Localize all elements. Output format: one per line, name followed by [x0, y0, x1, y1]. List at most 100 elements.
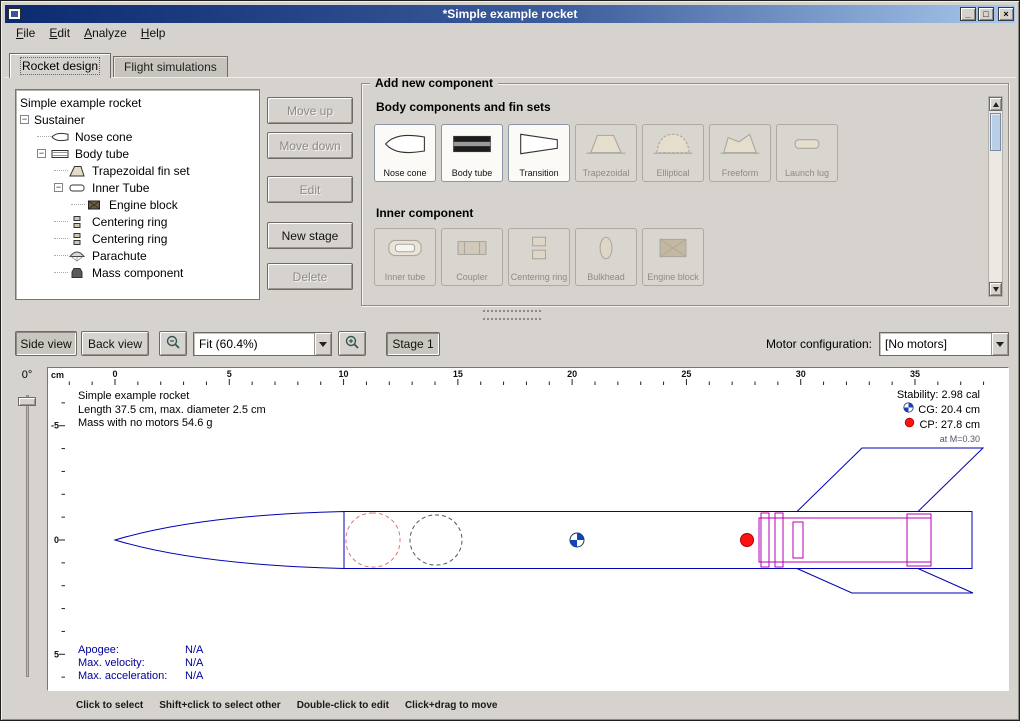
tree-connector	[54, 221, 68, 222]
rotation-slider-handle[interactable]	[18, 397, 36, 406]
tree-item-inner-tube[interactable]: −Inner Tube	[16, 179, 259, 196]
side-view-button[interactable]: Side view	[15, 331, 77, 356]
zoom-in-icon	[344, 334, 360, 353]
tree-item-centering-ring[interactable]: Centering ring	[16, 230, 259, 247]
tree-item-sustainer[interactable]: −Sustainer	[16, 111, 259, 128]
zoom-out-button[interactable]	[159, 331, 187, 356]
add-engine-block-button[interactable]: Engine block	[642, 228, 704, 286]
back-view-button[interactable]: Back view	[81, 331, 149, 356]
tree-item-engine-block[interactable]: Engine block	[16, 196, 259, 213]
zoom-in-button[interactable]	[338, 331, 366, 356]
stability-value: Stability: 2.98 cal	[897, 388, 980, 402]
motor-configuration-select[interactable]: [No motors]	[879, 332, 1009, 356]
add-coupler-button[interactable]: Coupler	[441, 228, 503, 286]
motor-configuration-label: Motor configuration:	[766, 337, 872, 351]
rotation-value: 0°	[9, 369, 45, 381]
cp-icon	[904, 417, 915, 432]
expand-toggle-icon[interactable]: −	[20, 115, 29, 124]
add-trapezoidal-button[interactable]: Trapezoidal	[575, 124, 637, 182]
svg-text:5: 5	[54, 649, 59, 659]
scroll-up-icon[interactable]	[989, 97, 1002, 111]
svg-text:20: 20	[567, 369, 577, 379]
tree-item-mass-component[interactable]: Mass component	[16, 264, 259, 281]
chevron-down-icon[interactable]	[314, 333, 331, 355]
add-transition-button[interactable]: Transition	[508, 124, 570, 182]
svg-text:cm: cm	[51, 370, 64, 380]
tree-connector	[37, 136, 51, 137]
add-body-tube-button[interactable]: Body tube	[441, 124, 503, 182]
rotation-slider-track[interactable]	[26, 395, 29, 677]
expand-toggle-icon[interactable]: −	[54, 183, 63, 192]
flight-stat-max-acceleration: Max. acceleration:N/A	[78, 670, 203, 683]
tab-rocket-design[interactable]: Rocket design	[9, 53, 111, 78]
window-title: *Simple example rocket	[5, 7, 1015, 21]
tree-item-simple-example-rocket[interactable]: Simple example rocket	[16, 94, 259, 111]
svg-text:-5: -5	[51, 421, 59, 431]
splitter-handle[interactable]	[483, 310, 541, 312]
rocket-outline	[115, 448, 983, 593]
scrollbar-thumb[interactable]	[990, 113, 1001, 151]
add-bulkhead-button[interactable]: Bulkhead	[575, 228, 637, 286]
body-tube-icon	[51, 147, 72, 160]
cg-icon	[903, 402, 914, 417]
tree-connector	[54, 238, 68, 239]
edit-button[interactable]: Edit	[267, 176, 353, 203]
component-scrollbar[interactable]	[988, 96, 1003, 297]
titlebar[interactable]: *Simple example rocket _ □ ×	[5, 5, 1015, 23]
move-down-button[interactable]: Move down	[267, 132, 353, 159]
menu-edit[interactable]: Edit	[42, 25, 77, 43]
app-icon[interactable]	[8, 8, 21, 20]
add-freeform-button[interactable]: Freeform	[709, 124, 771, 182]
parachute-outline	[346, 513, 400, 567]
splitter-handle-2[interactable]	[483, 318, 541, 320]
trapezoidal-fin-icon	[584, 130, 628, 163]
menu-help[interactable]: Help	[134, 25, 173, 43]
add-elliptical-button[interactable]: Elliptical	[642, 124, 704, 182]
svg-text:0: 0	[54, 535, 59, 545]
tree-connector	[54, 272, 68, 273]
svg-text:15: 15	[453, 369, 463, 379]
add-component-body: Body components and fin setsNose coneBod…	[362, 84, 1008, 305]
tree-actions: Move up Move down Edit New stage Delete	[267, 97, 353, 297]
add-centering-ring-button[interactable]: Centering ring	[508, 228, 570, 286]
flight-stat-max-velocity: Max. velocity:N/A	[78, 657, 203, 670]
expand-toggle-icon[interactable]: −	[37, 149, 46, 158]
tree-item-nose-cone[interactable]: Nose cone	[16, 128, 259, 145]
add-inner-tube-button[interactable]: Inner tube	[374, 228, 436, 286]
add-nose-cone-button[interactable]: Nose cone	[374, 124, 436, 182]
mass-component-outline	[410, 515, 462, 565]
menu-analyze[interactable]: Analyze	[77, 25, 134, 43]
new-stage-button[interactable]: New stage	[267, 222, 353, 249]
rotation-control: 0°	[9, 369, 45, 689]
view-toolbar: Side view Back view Fit (60.4%) Stage 1 …	[1, 329, 1020, 361]
add-launch-lug-button[interactable]: Launch lug	[776, 124, 838, 182]
tree-item-parachute[interactable]: Parachute	[16, 247, 259, 264]
close-button[interactable]: ×	[998, 7, 1014, 21]
tree-item-centering-ring[interactable]: Centering ring	[16, 213, 259, 230]
chevron-down-icon[interactable]	[991, 333, 1008, 355]
tree-item-body-tube[interactable]: −Body tube	[16, 145, 259, 162]
tab-flight-simulations[interactable]: Flight simulations	[113, 56, 228, 77]
rocket-canvas[interactable]: 05101520253035-505cm	[47, 367, 1009, 691]
zoom-out-icon	[165, 334, 181, 353]
menu-file[interactable]: File	[9, 25, 42, 43]
tree-item-trapezoidal-fin-set[interactable]: Trapezoidal fin set	[16, 162, 259, 179]
mass-component-icon	[68, 266, 89, 279]
scroll-down-icon[interactable]	[989, 282, 1002, 296]
transition-icon	[517, 130, 561, 163]
zoom-select[interactable]: Fit (60.4%)	[193, 332, 332, 356]
move-up-button[interactable]: Move up	[267, 97, 353, 124]
flight-stat-apogee: Apogee:N/A	[78, 644, 203, 657]
minimize-button[interactable]: _	[960, 7, 976, 21]
component-tree[interactable]: Simple example rocket−SustainerNose cone…	[15, 89, 260, 300]
status-hint: Click to select	[76, 700, 143, 711]
svg-text:10: 10	[339, 369, 349, 379]
stage-1-toggle[interactable]: Stage 1	[386, 332, 440, 356]
tab-divider	[4, 77, 1016, 78]
cg-marker	[570, 533, 584, 547]
maximize-button[interactable]: □	[978, 7, 994, 21]
inner-tube-icon	[383, 234, 427, 267]
delete-button[interactable]: Delete	[267, 263, 353, 290]
svg-text:30: 30	[796, 369, 806, 379]
cp-marker	[741, 534, 754, 547]
